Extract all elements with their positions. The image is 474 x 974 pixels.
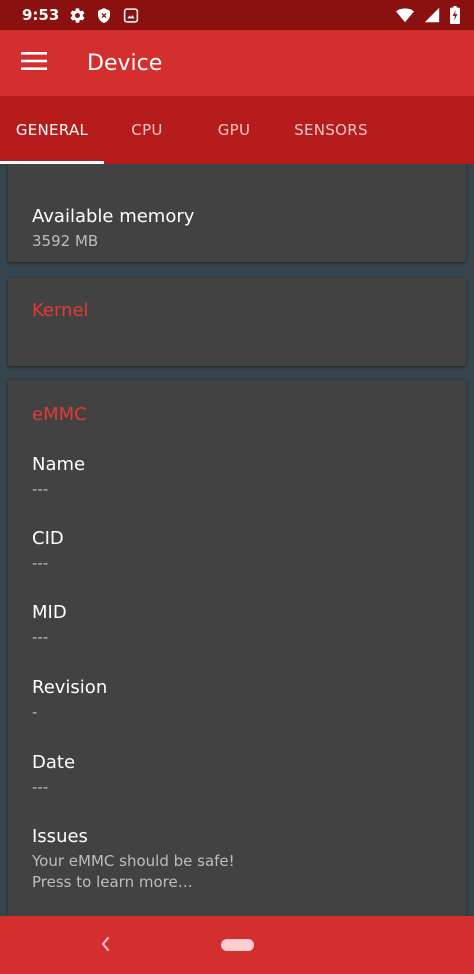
card-title: Kernel — [32, 300, 89, 321]
card-title: eMMC — [32, 404, 87, 425]
settings-gear-icon — [69, 7, 86, 24]
screenshot-icon — [122, 7, 140, 24]
item-label: Available memory — [32, 206, 195, 227]
menu-button[interactable] — [0, 30, 68, 96]
wifi-icon — [396, 7, 414, 23]
item-label: CID — [32, 528, 64, 549]
tab-cpu-label: CPU — [131, 121, 163, 139]
list-item[interactable]: MID --- — [32, 602, 67, 648]
tab-sensors[interactable]: SENSORS — [278, 96, 384, 164]
item-label: Revision — [32, 677, 108, 698]
list-item[interactable]: Date --- — [32, 752, 75, 798]
content-scroll-area[interactable]: Available memory 3592 MB Kernel eMMC Nam… — [0, 164, 474, 916]
issues-item[interactable]: Issues Your eMMC should be safe! Press t… — [32, 826, 235, 893]
item-value-secondary: Press to learn more… — [32, 873, 193, 891]
kernel-card[interactable]: Kernel — [8, 278, 466, 366]
item-value: - — [32, 703, 38, 721]
item-label: MID — [32, 602, 67, 623]
item-value: --- — [32, 554, 49, 572]
back-button[interactable] — [96, 932, 114, 960]
status-bar: 9:53 — [0, 0, 474, 30]
item-value: --- — [32, 480, 49, 498]
tab-cpu[interactable]: CPU — [104, 96, 190, 164]
navigation-bar — [0, 916, 474, 974]
cellular-signal-icon — [424, 7, 440, 23]
item-value: 3592 MB — [32, 232, 99, 250]
list-item[interactable]: Revision - — [32, 677, 107, 723]
tab-gpu[interactable]: GPU — [190, 96, 278, 164]
list-item[interactable]: Available memory 3592 MB — [32, 206, 194, 252]
status-system-icons — [396, 6, 460, 24]
hamburger-menu-icon — [21, 51, 47, 75]
back-chevron-icon — [101, 937, 109, 951]
item-label: Date — [32, 752, 76, 773]
emmc-card: eMMC Name --- CID --- MID --- Revision -… — [8, 380, 466, 916]
status-time: 9:53 — [22, 6, 60, 24]
tab-gpu-label: GPU — [217, 121, 251, 139]
item-value: --- — [32, 628, 49, 646]
tab-bar: GENERAL CPU GPU SENSORS — [0, 96, 474, 164]
item-value: Your eMMC should be safe! — [32, 852, 235, 870]
item-label: Issues — [32, 826, 88, 847]
shield-icon — [96, 7, 112, 24]
home-pill-button[interactable] — [221, 939, 254, 951]
item-label: Name — [32, 454, 86, 475]
tab-general-label: GENERAL — [15, 121, 89, 139]
status-notifications — [69, 7, 140, 24]
item-value: --- — [32, 778, 49, 796]
memory-card: Available memory 3592 MB — [8, 164, 466, 262]
list-item[interactable]: Name --- — [32, 454, 85, 500]
tab-general[interactable]: GENERAL — [0, 96, 104, 164]
battery-charging-icon — [450, 6, 460, 24]
app-bar: Device — [0, 30, 474, 96]
tab-sensors-label: SENSORS — [294, 121, 368, 139]
app-title: Device — [87, 50, 163, 76]
screen: 9:53 Device GENERAL CPU GPU SENSORS Avai… — [0, 0, 474, 974]
list-item[interactable]: CID --- — [32, 528, 64, 574]
